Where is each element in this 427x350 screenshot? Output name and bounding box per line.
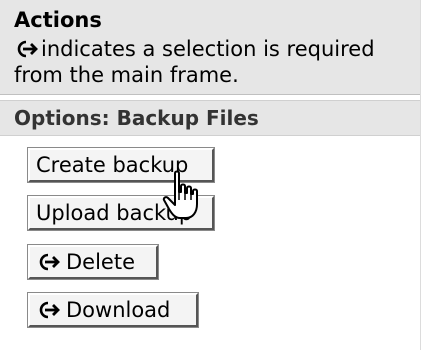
delete-button[interactable]: Delete xyxy=(27,244,159,280)
selection-required-arrow-icon xyxy=(39,301,60,319)
frame-edge xyxy=(420,0,427,350)
hand-pointer-icon xyxy=(162,170,198,219)
actions-title: Actions xyxy=(14,8,102,32)
selection-required-arrow-icon xyxy=(17,40,38,58)
options-section-header: Options: Backup Files xyxy=(0,100,420,136)
selection-required-arrow-icon xyxy=(39,253,60,271)
actions-panel: Actions indicates a selection is require… xyxy=(0,0,420,350)
delete-label: Delete xyxy=(66,250,135,274)
download-button[interactable]: Download xyxy=(27,292,199,328)
download-label: Download xyxy=(66,298,171,322)
actions-description: indicates a selection is required from t… xyxy=(14,36,418,88)
actions-header: Actions indicates a selection is require… xyxy=(0,0,420,95)
options-label: Options: Backup Files xyxy=(14,106,259,130)
actions-description-text: indicates a selection is required from t… xyxy=(14,37,375,87)
